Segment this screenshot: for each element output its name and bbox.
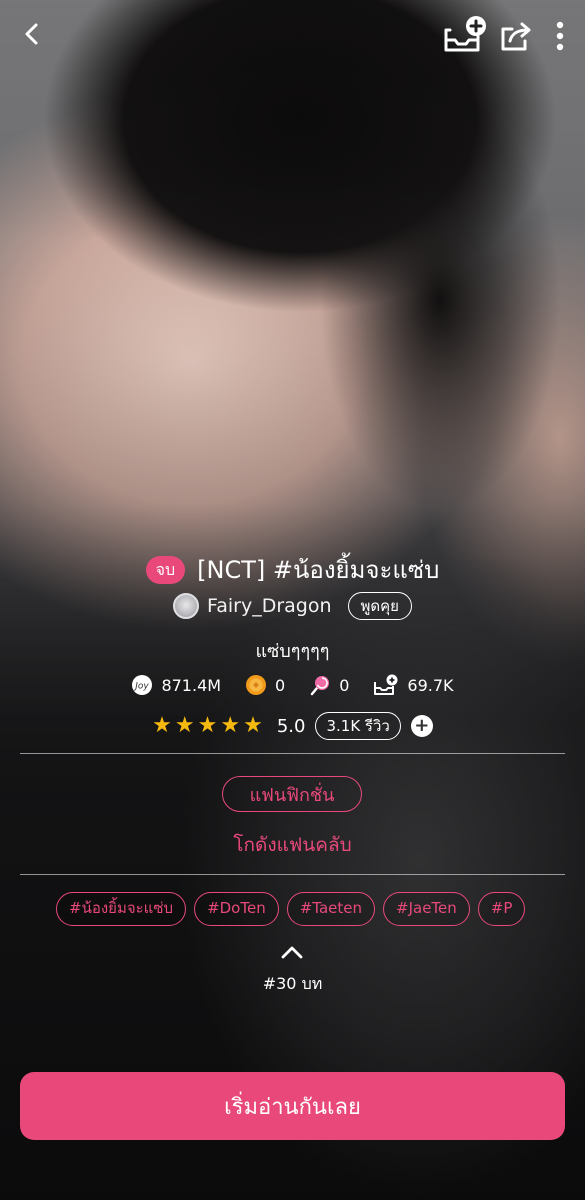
rating-row: ★ ★ ★ ★ ★ 5.0 3.1K รีวิว + bbox=[0, 712, 585, 740]
reviews-button[interactable]: 3.1K รีวิว bbox=[315, 712, 401, 740]
lollipop-icon bbox=[309, 674, 331, 696]
star-icon: ★ bbox=[220, 713, 241, 738]
star-rating: ★ ★ ★ ★ ★ bbox=[152, 714, 263, 738]
stats-row: Joy 871.4M 0 0 69.7K bbox=[0, 674, 585, 696]
library-add-icon bbox=[373, 674, 399, 696]
candies-count: 0 bbox=[339, 675, 350, 695]
title-row: จบ [NCT] #น้องยิ้มจะแซ่บ bbox=[0, 550, 585, 589]
story-subtitle: แซ่บๆๆๆๆ bbox=[255, 641, 330, 662]
author-row: Fairy_Dragon พูดคุย bbox=[0, 592, 585, 620]
star-icon: ★ bbox=[243, 713, 263, 738]
views-stat: Joy 871.4M bbox=[131, 674, 221, 696]
share-icon[interactable] bbox=[494, 14, 538, 58]
views-count: 871.4M bbox=[161, 675, 222, 695]
status-badge: จบ bbox=[145, 555, 186, 584]
top-bar bbox=[0, 0, 585, 72]
divider bbox=[20, 874, 565, 875]
rating-value: 5.0 bbox=[276, 715, 306, 737]
star-icon: ★ bbox=[174, 713, 195, 738]
coins-stat: 0 bbox=[245, 674, 285, 696]
tags-row: #น้องยิ้มจะแซ่บ #DoTen #Taeten #JaeTen #… bbox=[56, 892, 576, 926]
author-avatar[interactable] bbox=[173, 593, 200, 619]
back-arrow-icon[interactable] bbox=[12, 14, 52, 54]
library-count: 69.7K bbox=[407, 675, 454, 695]
star-icon: ★ bbox=[152, 713, 172, 738]
author-name[interactable]: Fairy_Dragon bbox=[207, 595, 331, 617]
tag-chip[interactable]: #JaeTen bbox=[383, 892, 470, 926]
story-title: [NCT] #น้องยิ้มจะแซ่บ bbox=[197, 556, 440, 584]
chat-button[interactable]: พูดคุย bbox=[347, 592, 412, 620]
library-stat: 69.7K bbox=[373, 674, 454, 696]
start-reading-button[interactable]: เริ่มอ่านกันเลย bbox=[20, 1072, 565, 1140]
coins-count: 0 bbox=[275, 675, 286, 695]
more-vertical-icon[interactable] bbox=[544, 14, 576, 58]
tag-chip[interactable]: #P bbox=[477, 892, 526, 926]
add-to-library-icon[interactable] bbox=[440, 14, 488, 58]
add-review-icon[interactable]: + bbox=[410, 715, 433, 737]
tag-chip[interactable]: #น้องยิ้มจะแซ่บ bbox=[56, 892, 187, 926]
fanclub-link[interactable]: โกดังแฟนคลับ bbox=[0, 830, 585, 860]
chapter-count[interactable]: #30 บท bbox=[0, 972, 585, 997]
joy-views-icon: Joy bbox=[131, 674, 153, 696]
coin-icon bbox=[245, 674, 267, 696]
tag-chip[interactable]: #Taeten bbox=[286, 892, 376, 926]
tag-chip[interactable]: #DoTen bbox=[194, 892, 279, 926]
chevron-up-icon[interactable] bbox=[280, 944, 304, 960]
divider bbox=[20, 753, 565, 754]
star-icon: ★ bbox=[197, 713, 218, 738]
category-chip[interactable]: แฟนฟิกชั่น bbox=[222, 776, 362, 812]
svg-text:Joy: Joy bbox=[134, 682, 150, 692]
candies-stat: 0 bbox=[309, 674, 349, 696]
